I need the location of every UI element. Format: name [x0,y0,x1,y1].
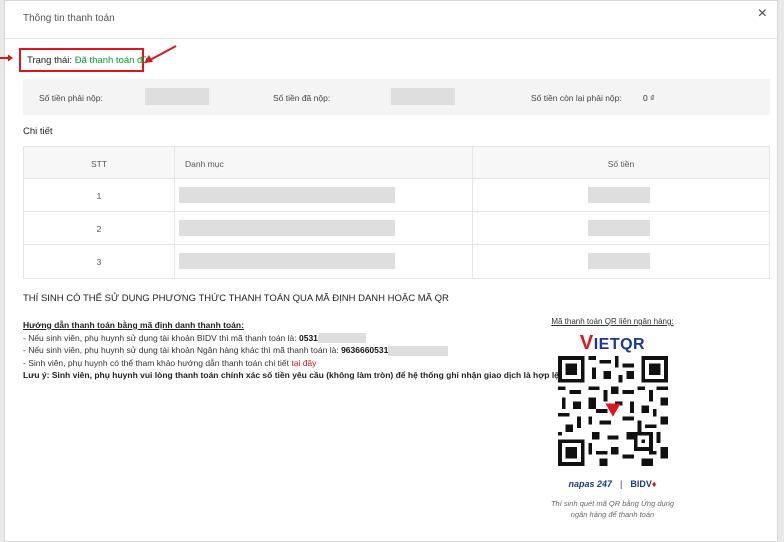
modal-header: Thông tin thanh toán × [5,1,777,39]
vietqr-logo: VIETQR [545,332,680,354]
amount-redacted [588,253,650,269]
row-category [174,245,472,278]
qr-instruction: Thí sinh quét mã QR bằng Ứng dụng ngân h… [550,499,675,519]
column-header-stt: STT [90,159,108,169]
amount-redacted [588,220,650,236]
table-row: 2 [24,212,769,245]
row-stt: 1 [96,191,102,201]
category-redacted [179,220,395,236]
amount-remaining-label: Số tiền còn lại phải nộp: [531,93,622,103]
amount-paid-label: Số tiền đã nộp: [273,93,331,103]
qr-title: Mã thanh toán QR liên ngân hàng: [551,317,674,326]
table-row: 1 [24,179,769,212]
amount-due-value-redacted [145,88,209,105]
row-category [174,179,472,211]
amount-due-label: Số tiền phải nộp: [39,93,103,103]
modal-title: Thông tin thanh toán [23,13,115,24]
annotation-arrow-right [144,45,177,63]
payment-note: Lưu ý: Sinh viên, phụ huynh vui lòng tha… [23,370,559,380]
table-row: 3 [24,245,769,278]
column-header-category: Danh mục [174,147,472,178]
bidv-payment-code: 0531 [299,332,318,343]
bank-logos: napas 247 | BIDV♦ [545,479,680,493]
payment-info-modal: Thông tin thanh toán × Trạng thái: Đã th… [4,0,778,542]
code-redacted [317,333,366,344]
category-redacted [179,187,395,203]
vietqr-logo-v: V [579,332,594,354]
row-amount [472,179,769,211]
bidv-logo: BIDV [630,479,652,489]
row-amount [472,212,769,244]
code-redacted [388,345,449,356]
status-box: Trạng thái: Đã thanh toán đủ [19,48,148,72]
category-redacted [179,253,395,269]
table-header: STT Danh mục Số tiền [24,147,769,179]
napas-logo: napas 247 [568,479,613,489]
details-title: Chi tiết [23,126,53,137]
guide-line-reference-text: - Sinh viên, phụ huynh có thể tham khảo … [23,357,289,368]
guide-detail-link[interactable]: tại đây [291,358,316,368]
row-amount [472,245,769,278]
annotation-arrow-left [0,54,13,62]
guide-line-bidv: - Nếu sinh viên, phụ huynh sử dụng tài k… [23,332,543,345]
other-bank-payment-code: 9636660531 [341,345,389,355]
status-label: Trạng thái: [27,55,73,66]
payment-guide: Hướng dẫn thanh toán bằng mã định danh t… [23,319,559,382]
guide-line-reference: - Sinh viên, phụ huynh có thể tham khảo … [23,357,543,370]
guide-title: Hướng dẫn thanh toán bằng mã định danh t… [23,320,244,330]
qr-code-image [557,356,668,466]
close-icon[interactable]: × [758,6,767,22]
amount-paid-value-redacted [391,88,455,105]
amount-redacted [588,187,650,203]
logo-divider: | [620,479,623,489]
status-value: Đã thanh toán đủ [74,55,148,66]
column-header-amount: Số tiền [472,147,769,178]
guide-line-bidv-text: - Nếu sinh viên, phụ huynh sử dụng tài k… [23,332,297,343]
guide-line-other-bank: - Nếu sinh viên, phụ huynh sử dụng tài k… [23,344,543,357]
payment-methods-title: THÍ SINH CÓ THỂ SỬ DỤNG PHƯƠNG THỨC THAN… [23,293,449,304]
row-stt: 2 [96,224,102,234]
qr-panel: Mã thanh toán QR liên ngân hàng: VIETQR … [545,317,680,520]
row-stt: 3 [96,257,102,267]
bidv-logo-mark: ♦ [651,479,657,489]
vietqr-logo-text: IETQR [593,336,646,353]
details-table: STT Danh mục Số tiền 1 2 3 [23,146,770,279]
guide-line-other-bank-text: - Nếu sinh viên, phụ huynh sử dụng tài k… [23,345,339,355]
amount-summary: Số tiền phải nộp: Số tiền đã nộp: Số tiề… [23,79,770,115]
amount-remaining-value: 0 ₫ [643,93,655,103]
row-category [174,212,472,244]
